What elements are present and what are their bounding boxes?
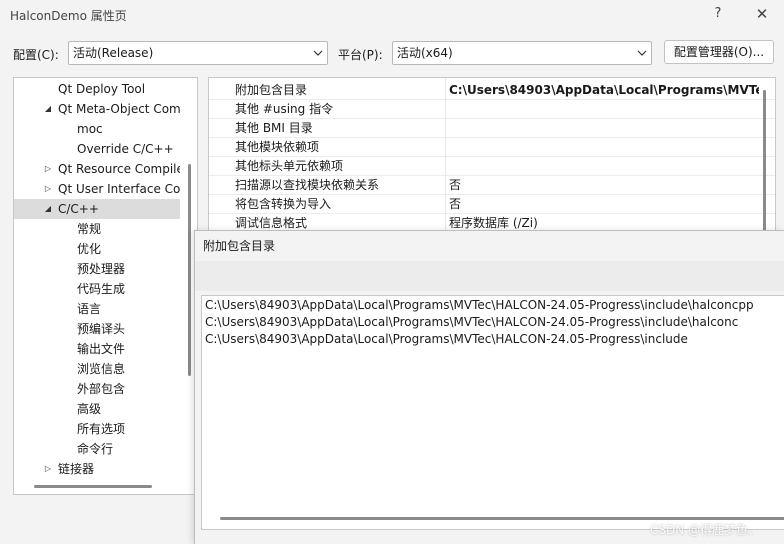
tree-item[interactable]: 命令行: [14, 439, 180, 459]
collapse-arrow-icon[interactable]: ◢: [43, 199, 53, 219]
include-dirs-dialog: 附加包含目录 C:\Users\84903\AppData\Local\Prog…: [194, 230, 784, 544]
tree-item[interactable]: 代码生成: [14, 279, 180, 299]
tree-vertical-scrollbar[interactable]: [188, 164, 191, 376]
property-name: 其他模块依赖项: [235, 140, 320, 154]
tree-item[interactable]: 语言: [14, 299, 180, 319]
tree-item-label: 链接器: [58, 462, 95, 476]
config-label: 配置(C):: [13, 48, 59, 62]
category-tree: Qt Deploy Tool ◢ Qt Meta-Object Compiler mo…: [13, 77, 198, 495]
collapse-arrow-icon[interactable]: ◢: [43, 99, 53, 119]
grid-scrollbar[interactable]: [763, 90, 766, 235]
property-name: 附加包含目录: [235, 83, 308, 97]
watermark: CSDN @得鹿梦鱼、: [650, 523, 761, 537]
tree-item-label: moc: [77, 122, 103, 136]
dialog-title: 附加包含目录: [203, 239, 276, 253]
path-list[interactable]: C:\Users\84903\AppData\Local\Programs\MV…: [201, 295, 784, 530]
tree-item-label: 预编译头: [77, 322, 126, 336]
property-row[interactable]: 其他模块依赖项: [209, 138, 775, 157]
property-name: 将包含转换为导入: [235, 197, 332, 211]
property-value[interactable]: 否: [449, 195, 759, 213]
tree-item-label: Qt Resource Compiler: [58, 162, 180, 176]
path-list-scrollbar[interactable]: [220, 517, 784, 520]
property-name: 其他标头单元依赖项: [235, 159, 344, 173]
config-dropdown[interactable]: 活动(Release): [68, 41, 328, 65]
tree-item[interactable]: 输出文件: [14, 339, 180, 359]
property-grid: 调试信息格式 程序数据库 (/Zi) 将包含转换为导入否扫描源以查找模块依赖关系否其…: [208, 77, 776, 237]
tree-item-label: 代码生成: [77, 282, 126, 296]
tree-item[interactable]: ▷ Qt User Interface Compiler: [14, 179, 180, 199]
tree-item-label: Qt Meta-Object Compiler: [58, 102, 180, 116]
tree-item[interactable]: ▷ 链接器: [14, 459, 180, 479]
include-path-line[interactable]: C:\Users\84903\AppData\Local\Programs\MV…: [205, 314, 738, 331]
platform-value: 活动(x64): [397, 46, 453, 60]
tree-item[interactable]: 预处理器: [14, 259, 180, 279]
tree-item[interactable]: ◢ C/C++: [14, 199, 180, 219]
tree-item-label: 常规: [77, 222, 102, 236]
close-button[interactable]: ✕: [750, 4, 774, 24]
help-button[interactable]: ?: [706, 4, 730, 24]
property-row[interactable]: 将包含转换为导入 否: [209, 195, 775, 214]
tree-item[interactable]: 优化: [14, 239, 180, 259]
tree-item-label: 优化: [77, 242, 102, 256]
platform-label: 平台(P):: [338, 48, 383, 62]
tree-item-label: 外部包含: [77, 382, 126, 396]
config-value: 活动(Release): [73, 46, 154, 60]
property-row[interactable]: 附加包含目录 C:\Users\84903\AppData\Local\Progr…: [209, 81, 775, 100]
tree-item[interactable]: 预编译头: [14, 319, 180, 339]
property-name: 扫描源以查找模块依赖关系: [235, 178, 380, 192]
column-divider: [445, 78, 446, 236]
tree-item[interactable]: 常规: [14, 219, 180, 239]
title-bar: HalconDemo 属性页 ? ✕: [0, 0, 784, 30]
include-path-line[interactable]: C:\Users\84903\AppData\Local\Programs\MV…: [205, 331, 688, 348]
tree-item-label: 浏览信息: [77, 362, 126, 376]
property-row[interactable]: 其他 #using 指令: [209, 100, 775, 119]
tree-horizontal-scrollbar[interactable]: [34, 485, 152, 488]
property-value[interactable]: 否: [449, 176, 759, 194]
tree-item-label: 预处理器: [77, 262, 126, 276]
expand-arrow-icon[interactable]: ▷: [43, 459, 53, 479]
tree-item-label: Qt User Interface Compiler: [58, 182, 180, 196]
chevron-down-icon: [313, 50, 323, 56]
tree-item[interactable]: ◢ Qt Meta-Object Compiler: [14, 99, 180, 119]
property-row[interactable]: 其他标头单元依赖项: [209, 157, 775, 176]
tree-item[interactable]: ▷ Qt Resource Compiler: [14, 159, 180, 179]
include-path-line[interactable]: C:\Users\84903\AppData\Local\Programs\MV…: [205, 297, 754, 314]
tree-item[interactable]: 高级: [14, 399, 180, 419]
property-row[interactable]: 扫描源以查找模块依赖关系 否: [209, 176, 775, 195]
tree-item[interactable]: Override C/C++: [14, 139, 180, 159]
platform-dropdown[interactable]: 活动(x64): [392, 41, 652, 65]
tree-item-label: 命令行: [77, 442, 114, 456]
tree-item[interactable]: 外部包含: [14, 379, 180, 399]
property-name: 其他 BMI 目录: [235, 121, 313, 135]
tree-item[interactable]: Qt Deploy Tool: [14, 79, 180, 99]
window-title: HalconDemo 属性页: [10, 9, 127, 23]
expand-arrow-icon[interactable]: ▷: [43, 179, 53, 199]
tree-item-label: C/C++: [58, 202, 99, 216]
property-name: 其他 #using 指令: [235, 102, 334, 116]
tree-item[interactable]: 所有选项: [14, 419, 180, 439]
config-manager-button[interactable]: 配置管理器(O)...: [664, 40, 774, 64]
expand-arrow-icon[interactable]: ▷: [43, 159, 53, 179]
dialog-toolbar: [195, 261, 784, 291]
property-value[interactable]: C:\Users\84903\AppData\Local\Programs\MV…: [449, 81, 759, 99]
property-row[interactable]: 其他 BMI 目录: [209, 119, 775, 138]
tree-item-label: Qt Deploy Tool: [58, 82, 146, 96]
tree-item-label: 语言: [77, 302, 102, 316]
chevron-down-icon: [637, 50, 647, 56]
tree-item[interactable]: 浏览信息: [14, 359, 180, 379]
tree-item-label: Override C/C++: [77, 142, 174, 156]
tree-item-label: 所有选项: [77, 422, 126, 436]
tree-item-label: 输出文件: [77, 342, 126, 356]
tree-item-label: 高级: [77, 402, 102, 416]
tree-item[interactable]: moc: [14, 119, 180, 139]
